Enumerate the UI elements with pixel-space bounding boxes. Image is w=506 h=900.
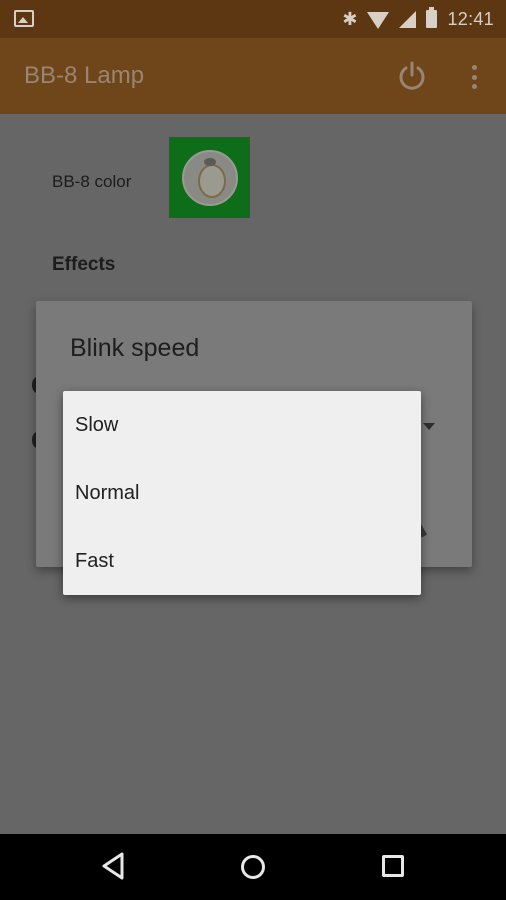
bb8-droid-icon bbox=[181, 149, 238, 206]
status-bar: ✱ 12:41 bbox=[0, 0, 506, 38]
effects-heading: Effects bbox=[52, 254, 116, 275]
home-button[interactable] bbox=[241, 855, 265, 879]
image-notification-icon bbox=[14, 10, 34, 27]
option-fast[interactable]: Fast bbox=[63, 527, 421, 595]
status-icons: ✱ 12:41 bbox=[342, 0, 494, 38]
signal-icon bbox=[399, 10, 417, 28]
app-bar: BB-8 Lamp bbox=[0, 38, 506, 114]
wifi-icon bbox=[367, 11, 390, 29]
battery-icon bbox=[426, 7, 438, 28]
option-normal[interactable]: Normal bbox=[63, 459, 421, 527]
overflow-menu-button[interactable] bbox=[466, 62, 482, 92]
bb8-color-label: BB-8 color bbox=[52, 172, 132, 191]
power-icon bbox=[399, 61, 425, 90]
bb8-color-swatch[interactable] bbox=[169, 137, 250, 218]
option-slow[interactable]: Slow bbox=[63, 391, 421, 459]
blink-speed-dropdown: Slow Normal Fast bbox=[63, 391, 421, 595]
power-button[interactable] bbox=[396, 60, 428, 92]
status-clock: 12:41 bbox=[447, 8, 494, 29]
back-icon bbox=[102, 852, 124, 880]
spinner-arrow-icon[interactable] bbox=[423, 423, 435, 430]
bluetooth-icon: ✱ bbox=[342, 9, 358, 29]
dialog-title: Blink speed bbox=[70, 334, 200, 362]
navigation-bar bbox=[0, 834, 506, 900]
app-title: BB-8 Lamp bbox=[24, 62, 145, 89]
overflow-menu-icon bbox=[471, 65, 477, 70]
back-button[interactable] bbox=[101, 852, 125, 885]
recents-button[interactable] bbox=[382, 855, 404, 877]
